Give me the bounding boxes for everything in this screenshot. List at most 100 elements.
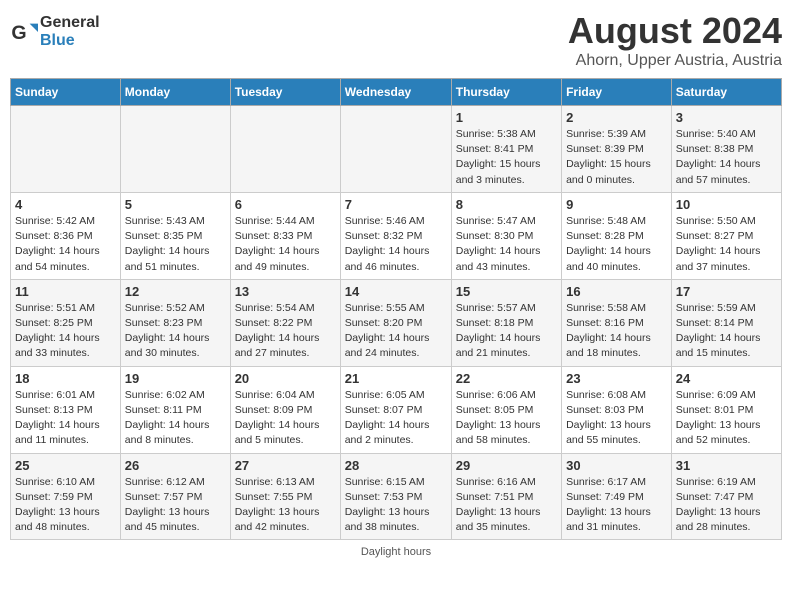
day-number: 11 <box>15 284 116 299</box>
calendar-cell: 4Sunrise: 5:42 AM Sunset: 8:36 PM Daylig… <box>11 192 121 279</box>
day-number: 18 <box>15 371 116 386</box>
calendar-cell: 1Sunrise: 5:38 AM Sunset: 8:41 PM Daylig… <box>451 106 561 193</box>
day-info: Sunrise: 5:39 AM Sunset: 8:39 PM Dayligh… <box>566 127 667 188</box>
day-number: 3 <box>676 110 777 125</box>
day-number: 14 <box>345 284 447 299</box>
day-info: Sunrise: 5:38 AM Sunset: 8:41 PM Dayligh… <box>456 127 557 188</box>
day-number: 9 <box>566 197 667 212</box>
day-header-thursday: Thursday <box>451 79 561 106</box>
calendar-cell: 19Sunrise: 6:02 AM Sunset: 8:11 PM Dayli… <box>120 366 230 453</box>
day-number: 25 <box>15 458 116 473</box>
day-info: Sunrise: 5:58 AM Sunset: 8:16 PM Dayligh… <box>566 301 667 362</box>
day-info: Sunrise: 6:06 AM Sunset: 8:05 PM Dayligh… <box>456 388 557 449</box>
day-number: 28 <box>345 458 447 473</box>
day-number: 15 <box>456 284 557 299</box>
calendar-week-row: 1Sunrise: 5:38 AM Sunset: 8:41 PM Daylig… <box>11 106 782 193</box>
calendar-week-row: 11 Sunrise: 5:51 AM Sunset: 8:25 PM Dayli… <box>11 279 782 366</box>
calendar-cell: 23 Sunrise: 6:08 AM Sunset: 8:03 PM Dayli… <box>562 366 672 453</box>
day-number: 20 <box>235 371 336 386</box>
day-number: 13 <box>235 284 336 299</box>
day-info: Sunrise: 6:05 AM Sunset: 8:07 PM Dayligh… <box>345 388 447 449</box>
day-header-tuesday: Tuesday <box>230 79 340 106</box>
calendar-cell <box>340 106 451 193</box>
day-info: Sunrise: 5:40 AM Sunset: 8:38 PM Dayligh… <box>676 127 777 188</box>
calendar-cell: 29 Sunrise: 6:16 AM Sunset: 7:51 PM Dayli… <box>451 453 561 540</box>
calendar-header-row: SundayMondayTuesdayWednesdayThursdayFrid… <box>11 79 782 106</box>
day-header-wednesday: Wednesday <box>340 79 451 106</box>
day-info: Sunrise: 5:57 AM Sunset: 8:18 PM Dayligh… <box>456 301 557 362</box>
day-info: Sunrise: 6:15 AM Sunset: 7:53 PM Dayligh… <box>345 475 447 536</box>
day-info: Sunrise: 6:08 AM Sunset: 8:03 PM Dayligh… <box>566 388 667 449</box>
day-number: 22 <box>456 371 557 386</box>
day-number: 26 <box>125 458 226 473</box>
day-number: 7 <box>345 197 447 212</box>
calendar-cell: 10 Sunrise: 5:50 AM Sunset: 8:27 PM Dayli… <box>671 192 781 279</box>
logo-line2: Blue <box>40 32 100 50</box>
calendar-cell: 17 Sunrise: 5:59 AM Sunset: 8:14 PM Dayli… <box>671 279 781 366</box>
day-number: 24 <box>676 371 777 386</box>
day-number: 21 <box>345 371 447 386</box>
day-info: Sunrise: 6:16 AM Sunset: 7:51 PM Dayligh… <box>456 475 557 536</box>
day-number: 2 <box>566 110 667 125</box>
day-number: 30 <box>566 458 667 473</box>
day-number: 29 <box>456 458 557 473</box>
calendar-cell: 11 Sunrise: 5:51 AM Sunset: 8:25 PM Dayli… <box>11 279 121 366</box>
day-info: Sunrise: 5:48 AM Sunset: 8:28 PM Dayligh… <box>566 214 667 275</box>
calendar-cell: 31 Sunrise: 6:19 AM Sunset: 7:47 PM Dayli… <box>671 453 781 540</box>
day-info: Sunrise: 5:54 AM Sunset: 8:22 PM Dayligh… <box>235 301 336 362</box>
calendar-cell: 2 Sunrise: 5:39 AM Sunset: 8:39 PM Daylig… <box>562 106 672 193</box>
day-number: 10 <box>676 197 777 212</box>
day-number: 19 <box>125 371 226 386</box>
calendar-cell: 27 Sunrise: 6:13 AM Sunset: 7:55 PM Dayli… <box>230 453 340 540</box>
day-info: Sunrise: 5:52 AM Sunset: 8:23 PM Dayligh… <box>125 301 226 362</box>
calendar-cell: 12 Sunrise: 5:52 AM Sunset: 8:23 PM Dayli… <box>120 279 230 366</box>
day-info: Sunrise: 6:01 AM Sunset: 8:13 PM Dayligh… <box>15 388 116 449</box>
calendar-cell: 20 Sunrise: 6:04 AM Sunset: 8:09 PM Dayli… <box>230 366 340 453</box>
day-info: Sunrise: 6:04 AM Sunset: 8:09 PM Dayligh… <box>235 388 336 449</box>
day-number: 31 <box>676 458 777 473</box>
calendar-cell <box>11 106 121 193</box>
calendar-cell: 6Sunrise: 5:44 AM Sunset: 8:33 PM Daylig… <box>230 192 340 279</box>
calendar-cell: 28 Sunrise: 6:15 AM Sunset: 7:53 PM Dayli… <box>340 453 451 540</box>
calendar-cell: 16Sunrise: 5:58 AM Sunset: 8:16 PM Dayli… <box>562 279 672 366</box>
logo: G General Blue <box>10 14 100 49</box>
calendar-cell <box>120 106 230 193</box>
day-info: Sunrise: 6:10 AM Sunset: 7:59 PM Dayligh… <box>15 475 116 536</box>
calendar-cell: 18 Sunrise: 6:01 AM Sunset: 8:13 PM Dayli… <box>11 366 121 453</box>
day-info: Sunrise: 5:47 AM Sunset: 8:30 PM Dayligh… <box>456 214 557 275</box>
day-info: Sunrise: 6:13 AM Sunset: 7:55 PM Dayligh… <box>235 475 336 536</box>
calendar-cell: 21 Sunrise: 6:05 AM Sunset: 8:07 PM Dayli… <box>340 366 451 453</box>
calendar-cell: 22 Sunrise: 6:06 AM Sunset: 8:05 PM Dayli… <box>451 366 561 453</box>
footer: Daylight hours <box>10 546 782 558</box>
day-header-sunday: Sunday <box>11 79 121 106</box>
day-number: 27 <box>235 458 336 473</box>
day-number: 23 <box>566 371 667 386</box>
calendar-week-row: 25 Sunrise: 6:10 AM Sunset: 7:59 PM Dayli… <box>11 453 782 540</box>
calendar-cell: 26 Sunrise: 6:12 AM Sunset: 7:57 PM Dayli… <box>120 453 230 540</box>
day-number: 12 <box>125 284 226 299</box>
calendar-cell: 9 Sunrise: 5:48 AM Sunset: 8:28 PM Daylig… <box>562 192 672 279</box>
day-info: Sunrise: 5:42 AM Sunset: 8:36 PM Dayligh… <box>15 214 116 275</box>
calendar-table: SundayMondayTuesdayWednesdayThursdayFrid… <box>10 78 782 540</box>
day-info: Sunrise: 5:50 AM Sunset: 8:27 PM Dayligh… <box>676 214 777 275</box>
day-info: Sunrise: 6:17 AM Sunset: 7:49 PM Dayligh… <box>566 475 667 536</box>
day-number: 6 <box>235 197 336 212</box>
svg-text:G: G <box>11 22 26 44</box>
logo-icon: G <box>10 18 38 46</box>
calendar-cell: 15 Sunrise: 5:57 AM Sunset: 8:18 PM Dayli… <box>451 279 561 366</box>
day-info: Sunrise: 6:12 AM Sunset: 7:57 PM Dayligh… <box>125 475 226 536</box>
calendar-cell: 30 Sunrise: 6:17 AM Sunset: 7:49 PM Dayli… <box>562 453 672 540</box>
calendar-cell: 5Sunrise: 5:43 AM Sunset: 8:35 PM Daylig… <box>120 192 230 279</box>
day-info: Sunrise: 5:51 AM Sunset: 8:25 PM Dayligh… <box>15 301 116 362</box>
calendar-week-row: 18 Sunrise: 6:01 AM Sunset: 8:13 PM Dayli… <box>11 366 782 453</box>
day-info: Sunrise: 5:46 AM Sunset: 8:32 PM Dayligh… <box>345 214 447 275</box>
day-info: Sunrise: 5:59 AM Sunset: 8:14 PM Dayligh… <box>676 301 777 362</box>
calendar-cell: 14Sunrise: 5:55 AM Sunset: 8:20 PM Dayli… <box>340 279 451 366</box>
subtitle: Ahorn, Upper Austria, Austria <box>568 52 782 70</box>
calendar-cell: 8Sunrise: 5:47 AM Sunset: 8:30 PM Daylig… <box>451 192 561 279</box>
day-info: Sunrise: 6:19 AM Sunset: 7:47 PM Dayligh… <box>676 475 777 536</box>
calendar-cell <box>230 106 340 193</box>
day-number: 17 <box>676 284 777 299</box>
logo-line1: General <box>40 14 100 32</box>
day-info: Sunrise: 6:09 AM Sunset: 8:01 PM Dayligh… <box>676 388 777 449</box>
